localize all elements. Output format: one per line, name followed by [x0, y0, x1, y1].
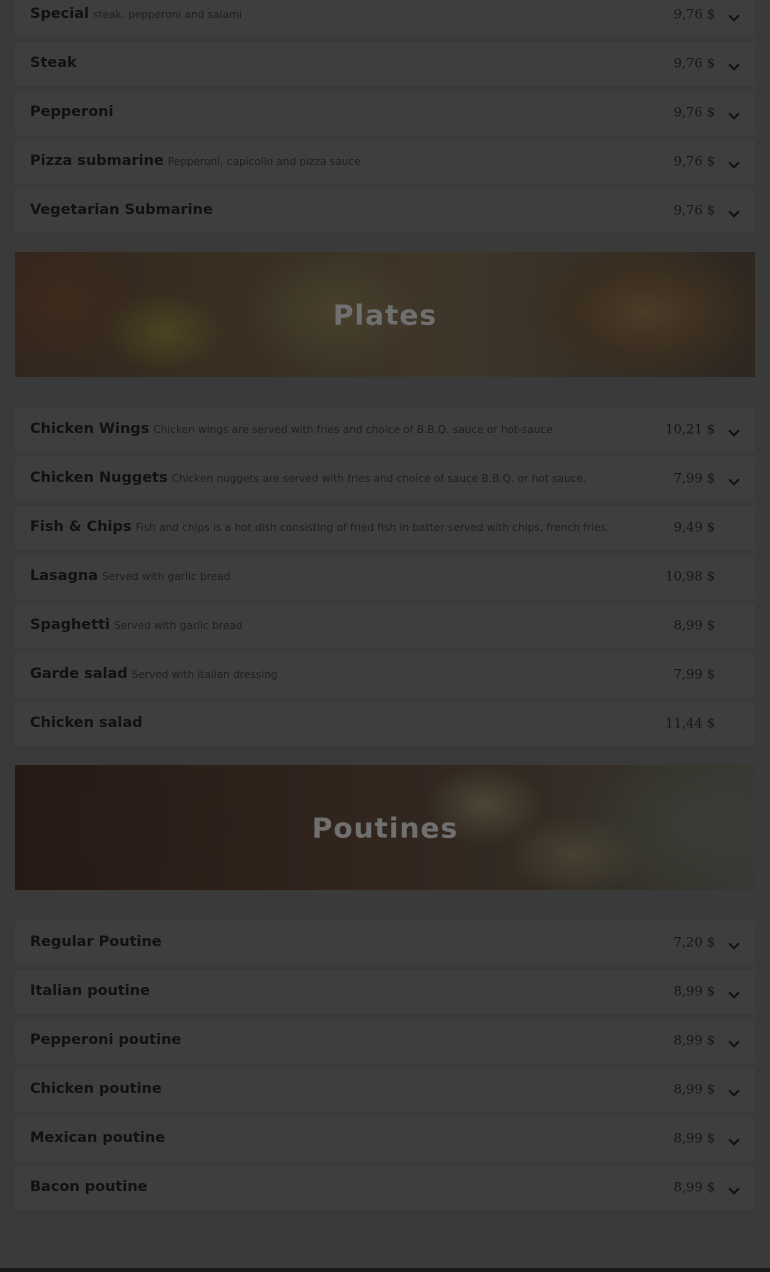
item-description: Served with garlic bread — [101, 571, 231, 584]
menu-item-pepperoni-poutine[interactable]: Pepperoni poutine 8,99 $ — [15, 1019, 755, 1063]
menu-item-pepperoni[interactable]: Pepperoni 9,76 $ — [15, 91, 755, 135]
item-price: 10,21 $ — [665, 422, 715, 438]
item-name: Regular Poutine — [30, 934, 162, 951]
plates-banner: Plates — [15, 252, 755, 377]
submarine-list: Special steak, pepperoni and salami 9,76 … — [15, 0, 755, 238]
item-name: Italian poutine — [30, 983, 150, 1000]
menu-item-vegetarian-submarine[interactable]: Vegetarian Submarine 9,76 $ — [15, 189, 755, 233]
item-price: 8,99 $ — [673, 1033, 715, 1049]
menu-item-bacon-poutine[interactable]: Bacon poutine 8,99 $ — [15, 1166, 755, 1210]
plates-list: Chicken Wings Chicken wings are served wi… — [15, 408, 755, 751]
item-description: Served with garlic bread — [113, 620, 243, 633]
chevron-down-icon[interactable] — [728, 425, 740, 437]
chevron-down-icon[interactable] — [728, 206, 740, 218]
item-name: Pizza submarine Pepperoni, capicollo and … — [30, 153, 361, 170]
menu-item-regular-poutine[interactable]: Regular Poutine 7,20 $ — [15, 921, 755, 965]
item-name: Bacon poutine — [30, 1179, 148, 1196]
menu-item-steak[interactable]: Steak 9,76 $ — [15, 42, 755, 86]
menu-item-italian-poutine[interactable]: Italian poutine 8,99 $ — [15, 970, 755, 1014]
item-name: Chicken Wings Chicken wings are served wi… — [30, 421, 557, 438]
item-price: 8,99 $ — [673, 984, 715, 1000]
item-price: 7,20 $ — [673, 935, 715, 951]
menu-item-fish-chips[interactable]: Fish & Chips Fish and chips is a hot dish… — [15, 506, 755, 550]
item-description: Fish and chips is a hot dish consisting … — [135, 522, 610, 535]
item-description: Chicken wings are served with fries and … — [153, 424, 557, 437]
item-name: Chicken Nuggets Chicken nuggets are serve… — [30, 470, 587, 487]
chevron-down-icon[interactable] — [728, 108, 740, 120]
chevron-down-icon[interactable] — [728, 1134, 740, 1146]
menu-item-special[interactable]: Special steak, pepperoni and salami 9,76 … — [15, 0, 755, 37]
menu-item-chicken-nuggets[interactable]: Chicken Nuggets Chicken nuggets are serve… — [15, 457, 755, 501]
chevron-down-icon[interactable] — [728, 938, 740, 950]
page-footer-edge — [0, 1268, 770, 1272]
item-name: Chicken salad — [30, 715, 143, 732]
item-name: Lasagna Served with garlic bread — [30, 568, 231, 585]
chevron-down-icon[interactable] — [728, 1183, 740, 1195]
item-price: 8,99 $ — [673, 1082, 715, 1098]
item-price: 9,76 $ — [673, 154, 715, 170]
item-name: Spaghetti Served with garlic bread — [30, 617, 243, 634]
item-price: 9,76 $ — [673, 56, 715, 72]
menu-item-lasagna[interactable]: Lasagna Served with garlic bread 10,98 $ — [15, 555, 755, 599]
item-name: Mexican poutine — [30, 1130, 166, 1147]
poutines-list: Regular Poutine 7,20 $ Italian poutine 8… — [15, 921, 755, 1215]
menu-item-pizza-submarine[interactable]: Pizza submarine Pepperoni, capicollo and … — [15, 140, 755, 184]
menu-item-chicken-wings[interactable]: Chicken Wings Chicken wings are served wi… — [15, 408, 755, 452]
menu-item-spaghetti[interactable]: Spaghetti Served with garlic bread 8,99 $ — [15, 604, 755, 648]
item-description: Chicken nuggets are served with fries an… — [171, 473, 587, 486]
item-price: 8,99 $ — [673, 1180, 715, 1196]
item-price: 8,99 $ — [673, 1131, 715, 1147]
menu-item-chicken-salad[interactable]: Chicken salad 11,44 $ — [15, 702, 755, 746]
menu-item-mexican-poutine[interactable]: Mexican poutine 8,99 $ — [15, 1117, 755, 1161]
item-description: Served with italian dressing — [131, 669, 278, 682]
item-price: 9,76 $ — [673, 7, 715, 23]
poutines-banner: Poutines — [15, 765, 755, 890]
chevron-down-icon[interactable] — [728, 59, 740, 71]
item-name: Pepperoni — [30, 104, 114, 121]
chevron-down-icon[interactable] — [728, 987, 740, 999]
menu-item-garde-salad[interactable]: Garde salad Served with italian dressing … — [15, 653, 755, 697]
item-price: 7,99 $ — [673, 471, 715, 487]
chevron-down-icon[interactable] — [728, 157, 740, 169]
chevron-down-icon[interactable] — [728, 474, 740, 486]
menu-item-chicken-poutine[interactable]: Chicken poutine 8,99 $ — [15, 1068, 755, 1112]
chevron-down-icon[interactable] — [728, 10, 740, 22]
menu-page: Special steak, pepperoni and salami 9,76 … — [0, 0, 770, 1272]
item-name: Fish & Chips Fish and chips is a hot dish… — [30, 519, 610, 536]
section-title: Plates — [332, 298, 438, 331]
item-price: 9,76 $ — [673, 203, 715, 219]
item-price: 7,99 $ — [673, 667, 715, 683]
chevron-down-icon[interactable] — [728, 1085, 740, 1097]
section-title: Poutines — [311, 811, 459, 844]
item-name: Pepperoni poutine — [30, 1032, 182, 1049]
item-name: Chicken poutine — [30, 1081, 162, 1098]
chevron-down-icon[interactable] — [728, 1036, 740, 1048]
item-name: Steak — [30, 55, 77, 72]
item-price: 10,98 $ — [665, 569, 715, 585]
item-name: Garde salad Served with italian dressing — [30, 666, 278, 683]
item-price: 11,44 $ — [665, 716, 715, 732]
item-price: 9,76 $ — [673, 105, 715, 121]
item-name: Special steak, pepperoni and salami — [30, 6, 243, 23]
item-description: steak, pepperoni and salami — [92, 9, 243, 22]
item-name: Vegetarian Submarine — [30, 202, 213, 219]
item-price: 8,99 $ — [673, 618, 715, 634]
item-description: Pepperoni, capicollo and pizza sauce — [167, 156, 361, 169]
item-price: 9,49 $ — [673, 520, 715, 536]
